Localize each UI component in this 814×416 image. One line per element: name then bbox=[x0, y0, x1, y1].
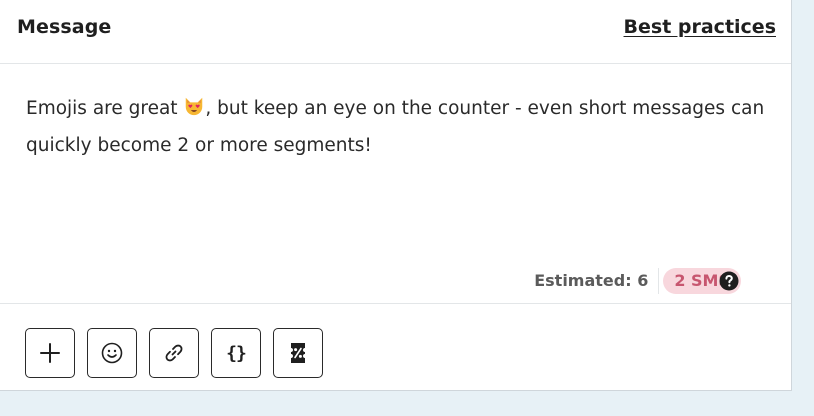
toolbar-divider bbox=[0, 303, 791, 304]
estimated-count: Estimated: 6 bbox=[534, 268, 660, 294]
coupon-icon bbox=[291, 343, 305, 363]
link-icon bbox=[165, 344, 183, 362]
add-button[interactable] bbox=[25, 328, 75, 378]
message-text-start: Emojis are great bbox=[26, 98, 184, 119]
message-panel: Message Best practices Emojis are great … bbox=[0, 0, 792, 391]
message-textarea[interactable]: Emojis are great , but keep an eye on th… bbox=[26, 90, 766, 164]
heart-eyes-cat-emoji-icon bbox=[186, 97, 203, 116]
question-circle-icon[interactable] bbox=[719, 271, 739, 291]
insert-coupon-button[interactable] bbox=[273, 328, 323, 378]
emoji-button[interactable] bbox=[87, 328, 137, 378]
insert-variable-button[interactable]: {} bbox=[211, 328, 261, 378]
message-toolbar: {} bbox=[25, 328, 323, 378]
plus-icon bbox=[40, 343, 60, 363]
best-practices-link[interactable]: Best practices bbox=[624, 16, 776, 38]
braces-icon: {} bbox=[226, 342, 247, 364]
insert-link-button[interactable] bbox=[149, 328, 199, 378]
panel-header: Message Best practices bbox=[0, 0, 791, 64]
panel-title: Message bbox=[17, 16, 112, 38]
smiley-icon bbox=[101, 342, 123, 364]
segment-counter: Estimated: 6 2 SMS bbox=[534, 267, 741, 295]
